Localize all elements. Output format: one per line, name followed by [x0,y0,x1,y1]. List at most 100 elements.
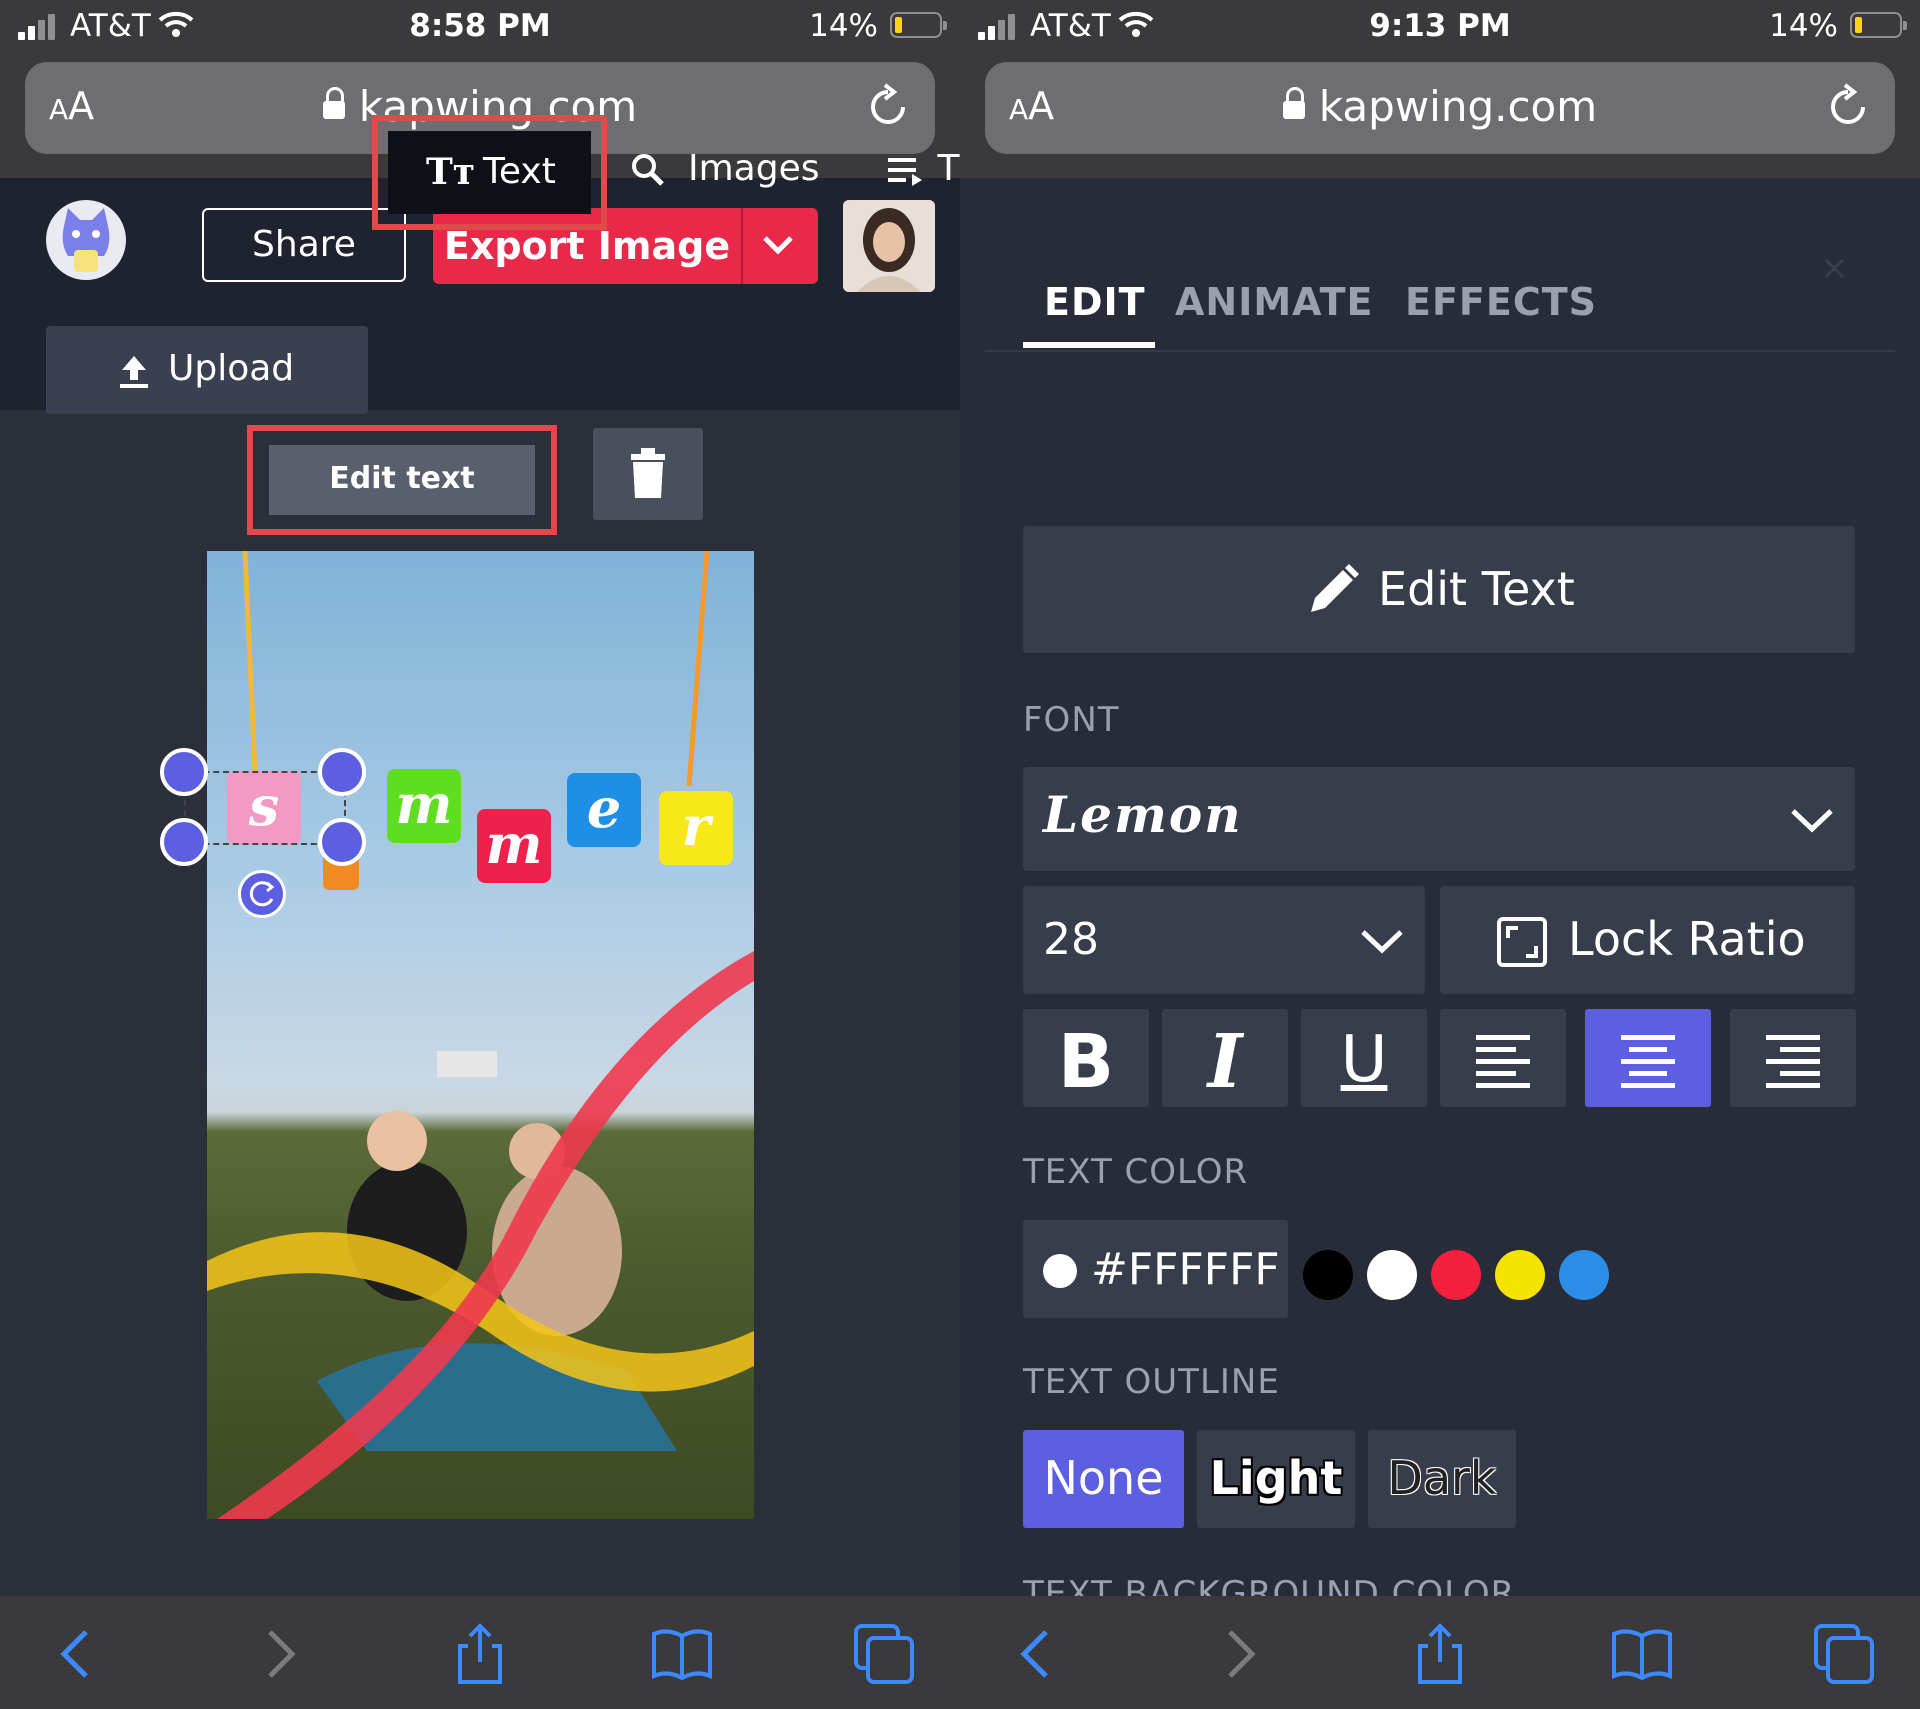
upload-icon [120,356,148,388]
font-size-select[interactable]: 28 [1023,886,1425,994]
rotate-icon [249,881,275,907]
lock-ratio-label: Lock Ratio [1568,912,1806,966]
swatch-yellow[interactable] [1495,1250,1545,1300]
text-color-input[interactable]: #FFFFFF [1023,1220,1288,1318]
outline-dark-button[interactable]: Dark [1368,1430,1516,1528]
text-outline-label: TEXT OUTLINE [1023,1362,1280,1402]
italic-icon: I [1207,1019,1243,1105]
color-preview-dot [1043,1254,1077,1288]
status-bar: AT&T 9:13 PM 14% [960,0,1920,52]
profile-photo-icon [843,200,935,292]
font-value: Lemon [1043,785,1243,844]
cat-icon [62,208,110,272]
status-bar: AT&T 8:58 PM 14% [0,0,960,52]
tab-effects[interactable]: EFFECTS [1405,280,1597,324]
tab-edit[interactable]: EDIT [1044,280,1146,324]
outline-light-button[interactable]: Light [1197,1430,1355,1528]
battery-percent: 14% [809,8,878,44]
underline-button[interactable]: U [1301,1009,1427,1107]
tab-animate[interactable]: ANIMATE [1175,280,1374,324]
resize-handle-tl[interactable] [160,748,208,796]
swatch-red[interactable] [1431,1250,1481,1300]
pencil-icon [1311,564,1359,612]
forward-arrow-icon[interactable] [248,1622,312,1686]
chevron-down-icon[interactable] [753,228,803,264]
active-tab-indicator [1023,342,1155,348]
battery-icon [890,12,947,38]
lock-icon [322,87,345,119]
aspect-ratio-icon [1497,917,1547,967]
upload-tab[interactable]: Upload [46,326,368,414]
text-tab[interactable]: Tт Text [372,115,607,230]
back-arrow-icon[interactable] [44,1622,108,1686]
edit-text-button[interactable]: Edit Text [1023,526,1855,653]
user-avatar[interactable] [843,200,935,292]
align-left-icon [1476,1035,1530,1088]
align-right-icon [1766,1035,1820,1088]
edit-text-button-highlight[interactable]: Edit text [247,425,557,535]
reload-icon[interactable] [863,82,913,132]
url-domain: kapwing.com [1318,82,1598,131]
letter-r[interactable]: r [659,791,733,865]
reload-icon[interactable] [1823,82,1873,132]
images-tab-label: Images [688,148,820,189]
share-icon[interactable] [448,1622,512,1686]
edit-text-label: Edit Text [1378,562,1575,616]
chevron-down-icon [1361,930,1403,954]
safari-toolbar [960,1596,1920,1709]
photo-illustration [207,551,754,1519]
font-section-label: FONT [1023,700,1120,740]
share-icon[interactable] [1408,1622,1472,1686]
more-tab[interactable]: T [886,148,959,189]
chevron-down-icon [1791,809,1833,833]
trash-icon [631,448,665,498]
bold-button[interactable]: B [1023,1009,1149,1107]
lock-icon [1282,87,1305,119]
divider [741,208,743,284]
text-size-icon: Tт [426,151,476,193]
search-icon [632,154,664,186]
swatch-black[interactable] [1303,1250,1353,1300]
rotate-handle[interactable] [238,870,286,918]
bookmarks-icon[interactable] [650,1622,714,1686]
lock-ratio-button[interactable]: Lock Ratio [1440,886,1855,994]
right-screenshot: AT&T 9:13 PM 14% AA kapwing.com × EDIT A… [960,0,1920,1709]
resize-handle-tr[interactable] [318,748,366,796]
italic-button[interactable]: I [1162,1009,1288,1107]
resize-handle-bl[interactable] [160,818,208,866]
tabs-icon[interactable] [1812,1622,1876,1686]
bookmarks-icon[interactable] [1610,1622,1674,1686]
address-bar[interactable]: AA kapwing.com [985,62,1895,154]
safari-toolbar [0,1596,960,1709]
font-size-value: 28 [1043,914,1099,965]
kapwing-logo-avatar[interactable] [46,200,126,280]
swatch-blue[interactable] [1559,1250,1609,1300]
forward-arrow-icon[interactable] [1208,1622,1272,1686]
resize-handle-br[interactable] [318,818,366,866]
left-screenshot: AT&T 8:58 PM 14% AA kapwing.com Share Ex… [0,0,960,1709]
edit-panel-tabs: EDIT ANIMATE EFFECTS [960,270,1920,354]
tabs-icon[interactable] [852,1622,916,1686]
upload-label: Upload [168,348,295,389]
image-canvas[interactable]: s m m e r [207,551,754,1519]
text-tab-label: Text [483,151,556,192]
outline-none-button[interactable]: None [1023,1430,1184,1528]
align-right-button[interactable] [1730,1009,1856,1107]
text-color-label: TEXT COLOR [1023,1152,1249,1192]
delete-button[interactable] [593,428,703,520]
letter-e[interactable]: e [567,773,641,847]
letter-m2[interactable]: m [477,809,551,883]
back-arrow-icon[interactable] [1004,1622,1068,1686]
tool-tabs: Upload [0,306,960,414]
bold-icon: B [1057,1019,1115,1105]
divider [985,350,1895,352]
font-select[interactable]: Lemon [1023,767,1855,871]
letter-m1[interactable]: m [387,769,461,843]
align-left-button[interactable] [1440,1009,1566,1107]
align-center-icon [1621,1035,1675,1088]
edit-text-button[interactable]: Edit text [269,445,535,515]
swatch-white[interactable] [1367,1250,1417,1300]
align-center-button[interactable] [1585,1009,1711,1107]
battery-percent: 14% [1769,8,1838,44]
underline-icon: U [1340,1023,1388,1097]
